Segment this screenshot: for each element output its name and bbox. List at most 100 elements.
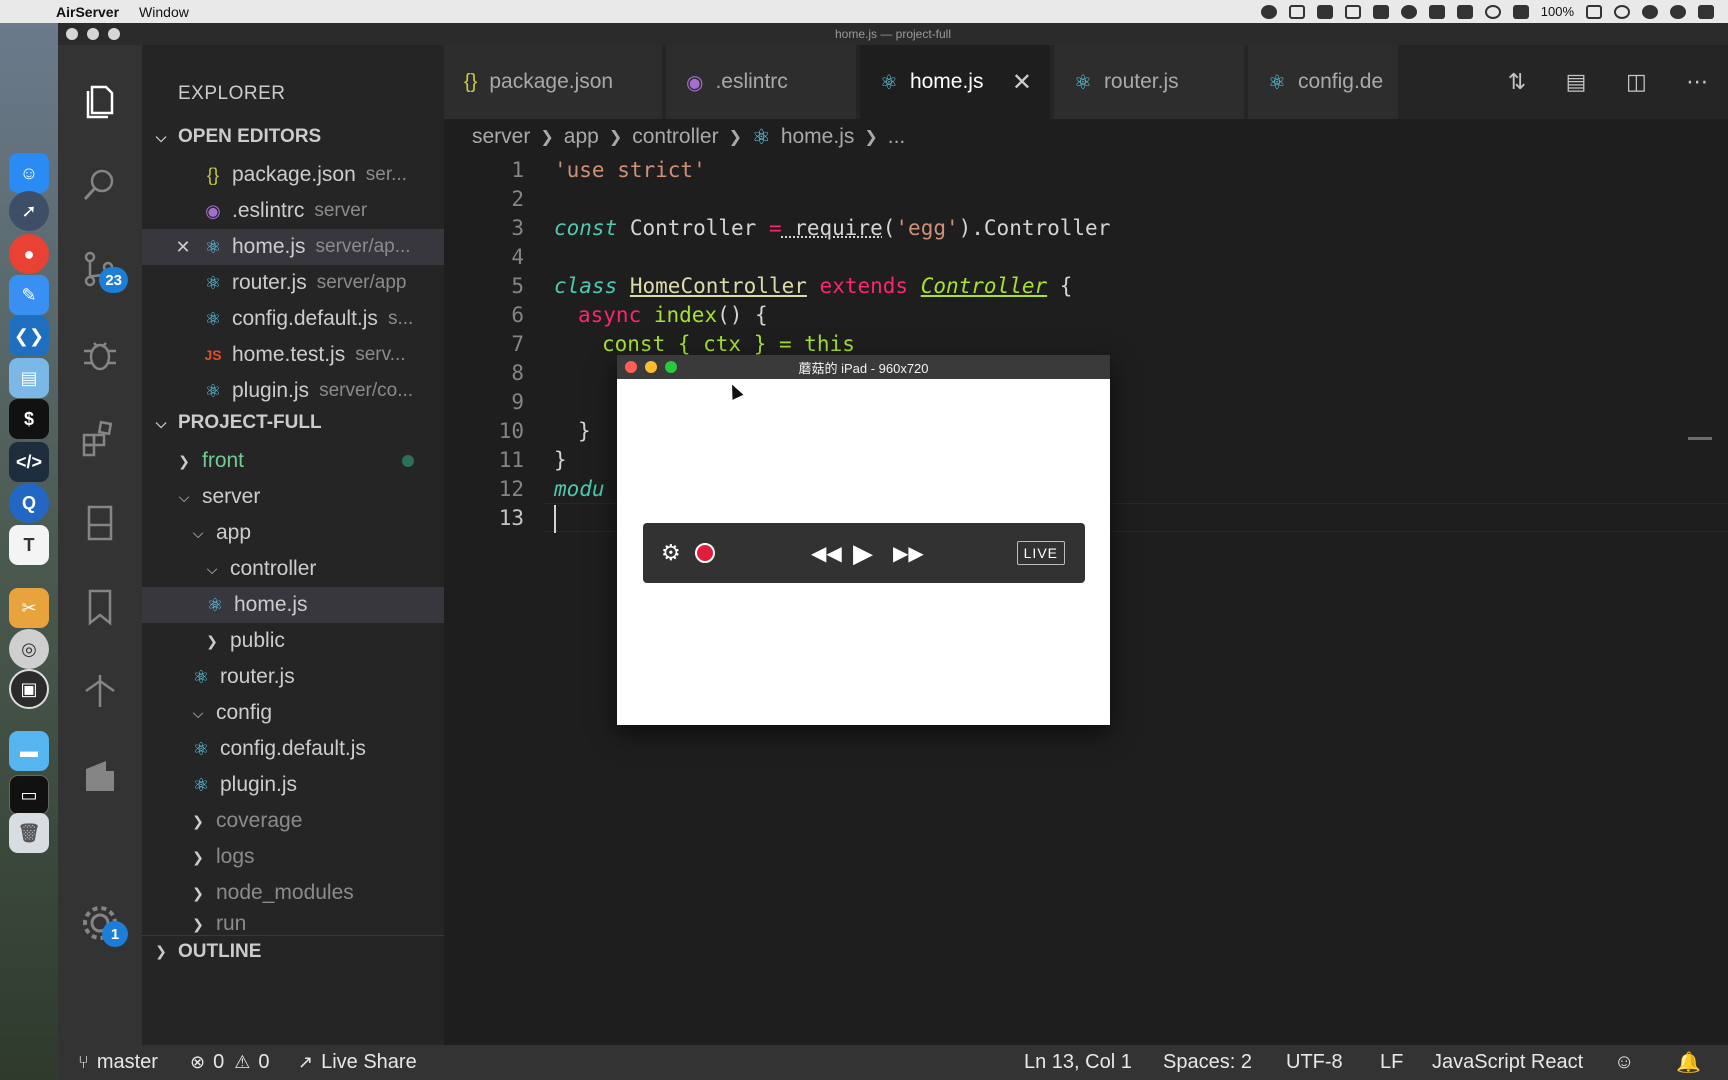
tree-folder-run[interactable]: ❯ run xyxy=(142,911,444,937)
launchpad-dock-icon[interactable]: ➚ xyxy=(9,191,49,231)
app-tray-icon[interactable] xyxy=(1316,4,1333,19)
live-button[interactable]: LIVE xyxy=(1016,541,1065,565)
notification-center-icon[interactable] xyxy=(1698,4,1714,19)
source-control-activity-icon[interactable]: 23 xyxy=(72,241,128,297)
tree-folder-server[interactable]: ⌵ server xyxy=(142,479,444,515)
bluetooth-tray-icon[interactable] xyxy=(1456,4,1473,19)
tree-folder-front[interactable]: ❯ front xyxy=(142,443,444,479)
git-graph-activity-icon[interactable] xyxy=(72,663,128,719)
scissors-dock-icon[interactable]: ✂ xyxy=(9,588,49,628)
airserver-window[interactable]: 蘑菇的 iPad - 960x720 ⚙ ◀◀ ▶ ▶▶ LIVE xyxy=(617,355,1110,725)
do-not-disturb-icon[interactable] xyxy=(1614,4,1630,19)
open-editor-item[interactable]: JS home.test.js serv... xyxy=(142,337,444,373)
split-editor-icon[interactable]: ◫ xyxy=(1626,69,1647,95)
gear-icon[interactable]: ⚙ xyxy=(661,540,681,566)
bookmarks-activity-icon[interactable] xyxy=(72,579,128,635)
tree-file-home-js[interactable]: ⚛ home.js xyxy=(142,587,444,623)
open-editor-item[interactable]: ⚛ config.default.js s... xyxy=(142,301,444,337)
screen-tray-icon[interactable] xyxy=(1344,4,1361,19)
debug-activity-icon[interactable] xyxy=(72,327,128,383)
notes-tray-icon[interactable] xyxy=(1372,4,1389,19)
record-tray-icon[interactable] xyxy=(1260,4,1277,19)
open-preview-icon[interactable]: ▤ xyxy=(1566,69,1587,95)
breadcrumb-item[interactable]: server xyxy=(472,125,530,149)
encoding-status[interactable]: UTF-8 xyxy=(1286,1045,1343,1080)
tree-folder-coverage[interactable]: ❯ coverage xyxy=(142,803,444,839)
wifi-tray-icon[interactable] xyxy=(1484,4,1501,19)
problems-status[interactable]: ⊗ 0 ⚠ 0 xyxy=(190,1045,269,1080)
tree-folder-logs[interactable]: ❯ logs xyxy=(142,839,444,875)
indentation-status[interactable]: Spaces: 2 xyxy=(1163,1045,1252,1080)
extensions-activity-icon[interactable] xyxy=(72,411,128,467)
menu-window[interactable]: Window xyxy=(139,4,189,20)
breadcrumb-item[interactable]: ... xyxy=(888,125,906,149)
play-icon[interactable]: ▶ xyxy=(853,538,873,569)
camera-tray-icon[interactable] xyxy=(1288,4,1305,19)
remote-explorer-activity-icon[interactable] xyxy=(72,495,128,551)
tree-folder-app[interactable]: ⌵ app xyxy=(142,515,444,551)
triangle-tray-icon[interactable] xyxy=(1428,4,1445,19)
folder-dock-icon[interactable]: ▬ xyxy=(9,731,49,771)
minimize-window-button[interactable] xyxy=(645,361,657,373)
settings-gear-icon[interactable]: 1 xyxy=(72,895,128,951)
finder-dock-icon[interactable]: ☺ xyxy=(9,153,49,193)
open-editor-item[interactable]: ◉ .eslintrc server xyxy=(142,193,444,229)
tree-file-plugin-js[interactable]: ⚛ plugin.js xyxy=(142,767,444,803)
battery-icon[interactable] xyxy=(1586,4,1602,19)
zoom-window-button[interactable] xyxy=(108,28,120,40)
open-editor-item[interactable]: {} package.json ser... xyxy=(142,157,444,193)
tab-package-json[interactable]: {} package.json xyxy=(444,45,662,119)
close-window-button[interactable] xyxy=(625,361,637,373)
project-header[interactable]: ⌵ PROJECT-FULL xyxy=(142,407,444,439)
tree-folder-node-modules[interactable]: ❯ node_modules xyxy=(142,875,444,911)
terminal-dock-icon[interactable]: $ xyxy=(9,399,49,439)
tab-config-default[interactable]: ⚛ config.de xyxy=(1248,45,1398,119)
minimize-window-button[interactable] xyxy=(87,28,99,40)
close-tab-icon[interactable]: ✕ xyxy=(1012,68,1032,97)
u-tray-icon[interactable] xyxy=(1400,4,1417,19)
live-share-activity-icon[interactable] xyxy=(72,747,128,803)
tree-folder-public[interactable]: ❯ public xyxy=(142,623,444,659)
live-share-status[interactable]: ↗ Live Share xyxy=(298,1045,417,1080)
zoom-window-button[interactable] xyxy=(665,361,677,373)
tab-home-js[interactable]: ⚛ home.js ✕ xyxy=(860,45,1050,119)
airserver-dock-icon[interactable]: ▣ xyxy=(9,669,49,709)
notifications-bell-icon[interactable]: 🔔 xyxy=(1676,1045,1701,1080)
fast-forward-icon[interactable]: ▶▶ xyxy=(893,541,924,566)
tree-file-router-js[interactable]: ⚛ router.js xyxy=(142,659,444,695)
siri-tray-icon[interactable] xyxy=(1670,4,1686,19)
open-editor-item-active[interactable]: ✕ ⚛ home.js server/ap... xyxy=(142,229,444,265)
code-editor-dock-icon[interactable]: </> xyxy=(9,442,49,482)
app-menu-airserver[interactable]: AirServer xyxy=(56,4,119,20)
vscode-dock-icon[interactable]: ❮❯ xyxy=(9,316,49,356)
search-activity-icon[interactable] xyxy=(72,157,128,213)
branch-status[interactable]: ⑂ master xyxy=(78,1045,158,1080)
eol-status[interactable]: LF xyxy=(1380,1045,1403,1080)
compare-changes-icon[interactable]: ⇅ xyxy=(1508,69,1526,95)
tab-eslintrc[interactable]: ◉ .eslintrc xyxy=(666,45,856,119)
cursor-position-status[interactable]: Ln 13, Col 1 xyxy=(1024,1045,1132,1080)
feedback-icon[interactable]: ☺ xyxy=(1614,1045,1634,1080)
keynote-dock-icon[interactable]: ▤ xyxy=(9,358,49,398)
close-window-button[interactable] xyxy=(66,28,78,40)
open-editors-header[interactable]: ⌵ OPEN EDITORS xyxy=(142,121,444,153)
tree-folder-controller[interactable]: ⌵ controller xyxy=(142,551,444,587)
rewind-icon[interactable]: ◀◀ xyxy=(811,541,842,566)
record-button[interactable] xyxy=(695,543,715,563)
tree-folder-config[interactable]: ⌵ config xyxy=(142,695,444,731)
volume-tray-icon[interactable] xyxy=(1512,4,1529,19)
screen-dock-icon[interactable]: ▭ xyxy=(9,775,49,815)
tree-file-config-default[interactable]: ⚛ config.default.js xyxy=(142,731,444,767)
trash-dock-icon[interactable]: 🗑 xyxy=(9,813,49,853)
film-dock-icon[interactable]: ◎ xyxy=(9,629,49,669)
close-icon[interactable]: ✕ xyxy=(172,237,194,258)
tab-router-js[interactable]: ⚛ router.js xyxy=(1054,45,1244,119)
breadcrumb-item[interactable]: app xyxy=(564,125,599,149)
explorer-activity-icon[interactable] xyxy=(72,73,128,129)
language-mode-status[interactable]: JavaScript React xyxy=(1432,1045,1583,1080)
quicktime-dock-icon[interactable]: Q xyxy=(9,483,49,523)
open-editor-item[interactable]: ⚛ plugin.js server/co... xyxy=(142,373,444,409)
breadcrumb-item[interactable]: controller xyxy=(632,125,718,149)
pen-app-dock-icon[interactable]: ✎ xyxy=(9,275,49,315)
typora-dock-icon[interactable]: T xyxy=(9,525,49,565)
